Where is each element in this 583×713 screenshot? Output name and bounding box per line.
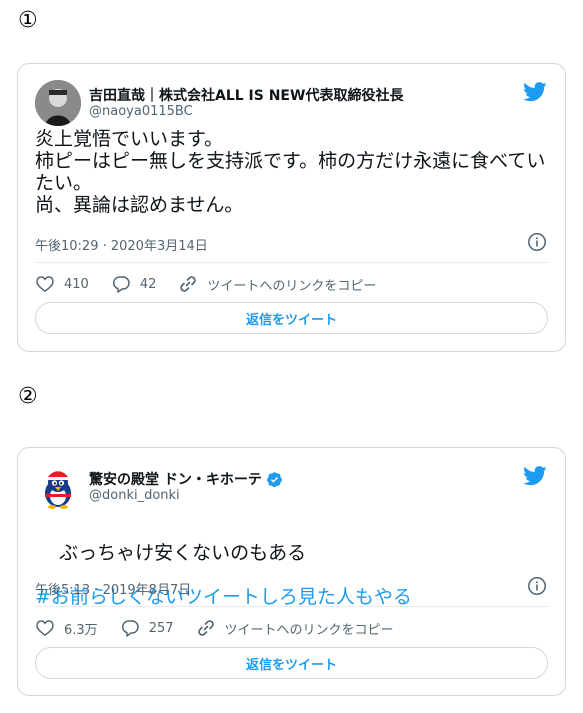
like-count: 6.3万	[64, 622, 98, 638]
twitter-bird-icon[interactable]	[523, 82, 547, 102]
verified-badge-icon	[266, 471, 282, 487]
speech-bubble-icon	[112, 276, 130, 293]
copy-link-label: ツイートへのリンクをコピー	[224, 622, 394, 638]
reply-action[interactable]: 42	[111, 274, 157, 294]
display-name[interactable]: 吉田直哉｜株式会社ALL IS NEW代表取締役社長	[89, 85, 403, 105]
action-bar: 6.3万 257 ツイートへのリンクをコピー	[35, 618, 416, 638]
handle[interactable]: @donki_donki	[89, 488, 180, 503]
tweet-card[interactable]: 驚安の殿堂 ドン・キホーテ @donki_donki ぶっちゃけ安くないのもある…	[17, 447, 566, 696]
action-bar: 410 42 ツイートへのリンクをコピー	[35, 274, 398, 294]
reply-button[interactable]: 返信をツイート	[35, 647, 548, 679]
avatar[interactable]	[35, 80, 81, 126]
like-count: 410	[64, 276, 89, 292]
speech-bubble-icon	[121, 620, 139, 637]
like-action[interactable]: 6.3万	[35, 618, 98, 638]
copy-link-label: ツイートへのリンクをコピー	[207, 278, 377, 294]
divider	[35, 606, 548, 607]
link-icon	[197, 620, 214, 636]
info-icon[interactable]	[527, 576, 547, 596]
twitter-bird-icon[interactable]	[523, 466, 547, 486]
reply-action[interactable]: 257	[120, 618, 174, 638]
timestamp[interactable]: 午後5:13 · 2019年8月7日	[35, 579, 191, 598]
copy-link-action[interactable]: ツイートへのリンクをコピー	[178, 274, 376, 294]
reply-count: 42	[139, 276, 157, 292]
like-action[interactable]: 410	[35, 274, 89, 294]
avatar-image	[35, 80, 81, 126]
reply-count: 257	[148, 620, 174, 636]
avatar[interactable]	[35, 464, 81, 510]
copy-link-action[interactable]: ツイートへのリンクをコピー	[196, 618, 394, 638]
display-name[interactable]: 驚安の殿堂 ドン・キホーテ	[89, 469, 262, 489]
penguin-mascot-avatar	[35, 464, 81, 510]
marker-1: ①	[18, 8, 38, 33]
divider	[35, 262, 548, 263]
link-icon	[180, 276, 197, 292]
marker-2: ②	[18, 384, 38, 409]
tweet-body: ぶっちゃけ安くないのもある	[59, 542, 307, 564]
heart-icon	[36, 276, 54, 293]
timestamp[interactable]: 午後10:29 · 2020年3月14日	[35, 235, 208, 254]
reply-button[interactable]: 返信をツイート	[35, 302, 548, 334]
heart-icon	[36, 620, 54, 637]
tweet-card[interactable]: 吉田直哉｜株式会社ALL IS NEW代表取締役社長 @naoya0115BC …	[17, 63, 566, 352]
tweet-body: 炎上覚悟でいいます。 柿ピーはピー無しを支持派です。柿の方だけ永遠に食べていたい…	[35, 128, 546, 216]
info-icon[interactable]	[527, 232, 547, 252]
tweet-text: 炎上覚悟でいいます。 柿ピーはピー無しを支持派です。柿の方だけ永遠に食べていたい…	[35, 128, 555, 216]
handle[interactable]: @naoya0115BC	[89, 104, 193, 119]
